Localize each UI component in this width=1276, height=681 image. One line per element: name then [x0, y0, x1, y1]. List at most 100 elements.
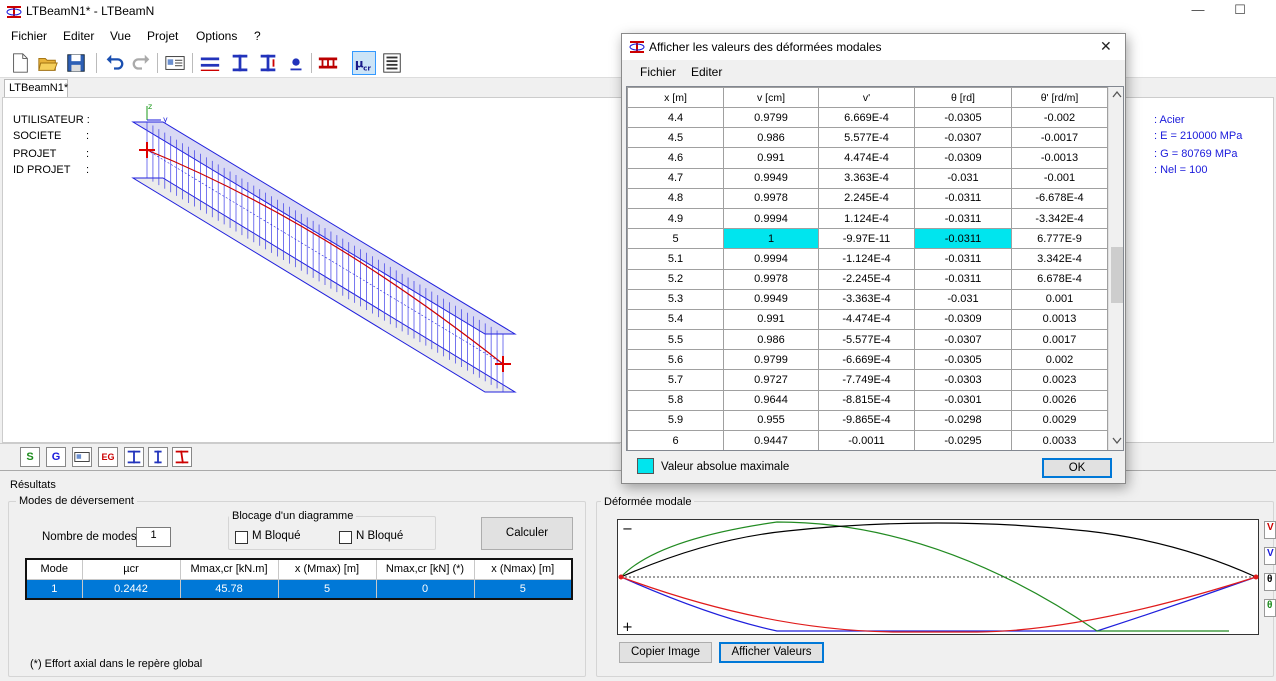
- table-row[interactable]: 4.8 0.9978 2.245E-4 -0.0311 -6.678E-4: [627, 187, 1108, 209]
- curve-toggle-v[interactable]: V: [1264, 521, 1276, 539]
- report-icon[interactable]: [380, 51, 404, 75]
- show-values-button[interactable]: Afficher Valeurs: [719, 642, 824, 663]
- modes-table-header[interactable]: µcr: [81, 558, 181, 580]
- m-bloque-label: M Bloqué: [252, 530, 301, 542]
- values-grid[interactable]: x [m] v [cm] v' θ [rd] θ' [rd/m] 4.4 0.9799 6.…: [626, 86, 1124, 451]
- scroll-down-icon[interactable]: [1112, 437, 1122, 445]
- minimize-button[interactable]: —: [1180, 2, 1216, 22]
- modes-table-header[interactable]: Nmax,cr [kN] (*): [375, 558, 475, 580]
- menu-fichier[interactable]: Fichier: [11, 29, 47, 43]
- table-row[interactable]: 5.8 0.9644 -8.815E-4 -0.0301 0.0026: [627, 389, 1108, 411]
- table-row[interactable]: 5.2 0.9978 -2.245E-4 -0.0311 6.678E-4: [627, 268, 1108, 290]
- menu-help[interactable]: ?: [254, 29, 261, 43]
- curve-toggle-vprime[interactable]: V: [1264, 547, 1276, 565]
- table-row[interactable]: 5.5 0.986 -5.577E-4 -0.0307 0.0017: [627, 329, 1108, 351]
- menu-options[interactable]: Options: [196, 29, 237, 43]
- open-folder-icon[interactable]: [36, 51, 60, 75]
- modes-table-header[interactable]: Mode: [25, 558, 83, 580]
- section-view-icon[interactable]: [124, 447, 144, 467]
- n-bloque-checkbox[interactable]: [339, 531, 352, 544]
- table-row[interactable]: 5.6 0.9799 -6.669E-4 -0.0305 0.002: [627, 349, 1108, 371]
- table-row[interactable]: 5.9 0.955 -9.865E-4 -0.0298 0.0029: [627, 409, 1108, 432]
- grid-cell: -0.031: [914, 167, 1012, 189]
- grid-cell: 6.678E-4: [1011, 268, 1108, 290]
- nb-modes-input[interactable]: 1: [136, 527, 171, 547]
- close-icon[interactable]: ✕: [1100, 38, 1112, 55]
- svg-text:z: z: [148, 102, 152, 111]
- dialog-menu-editer[interactable]: Editer: [691, 65, 722, 79]
- show-eg-button[interactable]: EG: [98, 447, 118, 467]
- toolbar-separator: [311, 53, 312, 73]
- table-row[interactable]: 4.4 0.9799 6.669E-4 -0.0305 -0.002: [627, 106, 1108, 129]
- grid-cell: 3.363E-4: [818, 167, 915, 189]
- grid-cell: 0.9447: [723, 429, 819, 450]
- maximize-button[interactable]: ☐: [1222, 2, 1258, 22]
- show-s-button[interactable]: S: [20, 447, 40, 467]
- grid-cell: -0.0309: [914, 147, 1012, 169]
- table-row[interactable]: 1 0.2442 45.78 5 0 5: [25, 578, 573, 600]
- calculer-button[interactable]: Calculer: [481, 517, 573, 550]
- springs-icon[interactable]: [316, 51, 340, 75]
- table-row[interactable]: 5 1 -9.97E-11 -0.0311 6.777E-9: [627, 228, 1108, 250]
- grid-cell: 0.9978: [723, 187, 819, 209]
- grid-cell: -0.0311: [914, 187, 1012, 209]
- modes-table[interactable]: Mode µcr Mmax,cr [kN.m] x (Mmax) [m] Nmax,cr…: [25, 558, 573, 600]
- grid-cell: 5.2: [627, 268, 724, 290]
- n-bloque-label: N Bloqué: [356, 530, 404, 542]
- beam-length-icon[interactable]: [198, 51, 222, 75]
- deformee-group-label: Déformée modale: [601, 496, 695, 508]
- grid-cell: 2.245E-4: [818, 187, 915, 209]
- grid-header[interactable]: v': [818, 87, 915, 108]
- mu-cr-icon[interactable]: μ cr: [352, 51, 376, 75]
- undo-icon[interactable]: [102, 51, 126, 75]
- menu-projet[interactable]: Projet: [147, 29, 178, 43]
- grid-cell: -0.0303: [914, 369, 1012, 391]
- menu-editer[interactable]: Editer: [63, 29, 94, 43]
- grid-header[interactable]: x [m]: [627, 87, 724, 108]
- table-row[interactable]: 5.1 0.9994 -1.124E-4 -0.0311 3.342E-4: [627, 248, 1108, 270]
- values-table[interactable]: x [m] v [cm] v' θ [rd] θ' [rd/m] 4.4 0.9799 6.…: [627, 87, 1108, 450]
- ok-button[interactable]: OK: [1042, 458, 1112, 478]
- table-row[interactable]: 5.4 0.991 -4.474E-4 -0.0309 0.0013: [627, 308, 1108, 331]
- menu-vue[interactable]: Vue: [110, 29, 131, 43]
- tab-document[interactable]: LTBeamN1*: [4, 79, 68, 98]
- grid-header[interactable]: v [cm]: [723, 87, 819, 108]
- scroll-up-icon[interactable]: [1112, 90, 1122, 98]
- curve-toggle-thetaprime[interactable]: θ: [1264, 599, 1276, 617]
- table-row[interactable]: 6 0.9447 -0.0011 -0.0295 0.0033: [627, 429, 1108, 450]
- modes-table-header[interactable]: x (Mmax) [m]: [277, 558, 377, 580]
- grid-header[interactable]: θ [rd]: [914, 87, 1012, 108]
- loads-icon[interactable]: [284, 51, 308, 75]
- show-g-button[interactable]: G: [46, 447, 66, 467]
- web-view-icon[interactable]: [148, 447, 168, 467]
- footnote: (*) Effort axial dans le repère global: [30, 658, 203, 670]
- copy-image-button[interactable]: Copier Image: [619, 642, 712, 663]
- restraints-icon[interactable]: [256, 51, 280, 75]
- table-cell: 0.2442: [81, 578, 181, 600]
- deformed-section-icon[interactable]: [172, 447, 192, 467]
- redo-icon[interactable]: [130, 51, 154, 75]
- table-row[interactable]: 5.3 0.9949 -3.363E-4 -0.031 0.001: [627, 288, 1108, 310]
- grid-scrollbar[interactable]: [1108, 87, 1123, 450]
- toolbar-separator: [157, 53, 158, 73]
- table-row[interactable]: 4.7 0.9949 3.363E-4 -0.031 -0.001: [627, 167, 1108, 189]
- table-row[interactable]: 4.5 0.986 5.577E-4 -0.0307 -0.0017: [627, 127, 1108, 149]
- save-icon[interactable]: [64, 51, 88, 75]
- table-row[interactable]: 5.7 0.9727 -7.749E-4 -0.0303 0.0023: [627, 369, 1108, 391]
- table-row[interactable]: 4.6 0.991 4.474E-4 -0.0309 -0.0013: [627, 147, 1108, 169]
- modes-table-header[interactable]: Mmax,cr [kN.m]: [179, 558, 279, 580]
- grid-cell: 0.986: [723, 127, 819, 149]
- modes-table-header[interactable]: x (Nmax) [m]: [473, 558, 573, 580]
- m-bloque-checkbox[interactable]: [235, 531, 248, 544]
- new-file-icon[interactable]: [8, 51, 32, 75]
- label-utilisateur: UTILISATEUR :: [13, 114, 90, 126]
- grid-header[interactable]: θ' [rd/m]: [1011, 87, 1108, 108]
- project-properties-icon[interactable]: [163, 51, 187, 75]
- show-card-icon[interactable]: [72, 447, 92, 467]
- curve-toggle-theta[interactable]: θ: [1264, 573, 1276, 591]
- cross-section-icon[interactable]: [228, 51, 252, 75]
- dialog-menu-fichier[interactable]: Fichier: [640, 65, 676, 79]
- scroll-thumb[interactable]: [1111, 247, 1123, 303]
- table-row[interactable]: 4.9 0.9994 1.124E-4 -0.0311 -3.342E-4: [627, 207, 1108, 230]
- grid-cell: 4.8: [627, 187, 724, 209]
